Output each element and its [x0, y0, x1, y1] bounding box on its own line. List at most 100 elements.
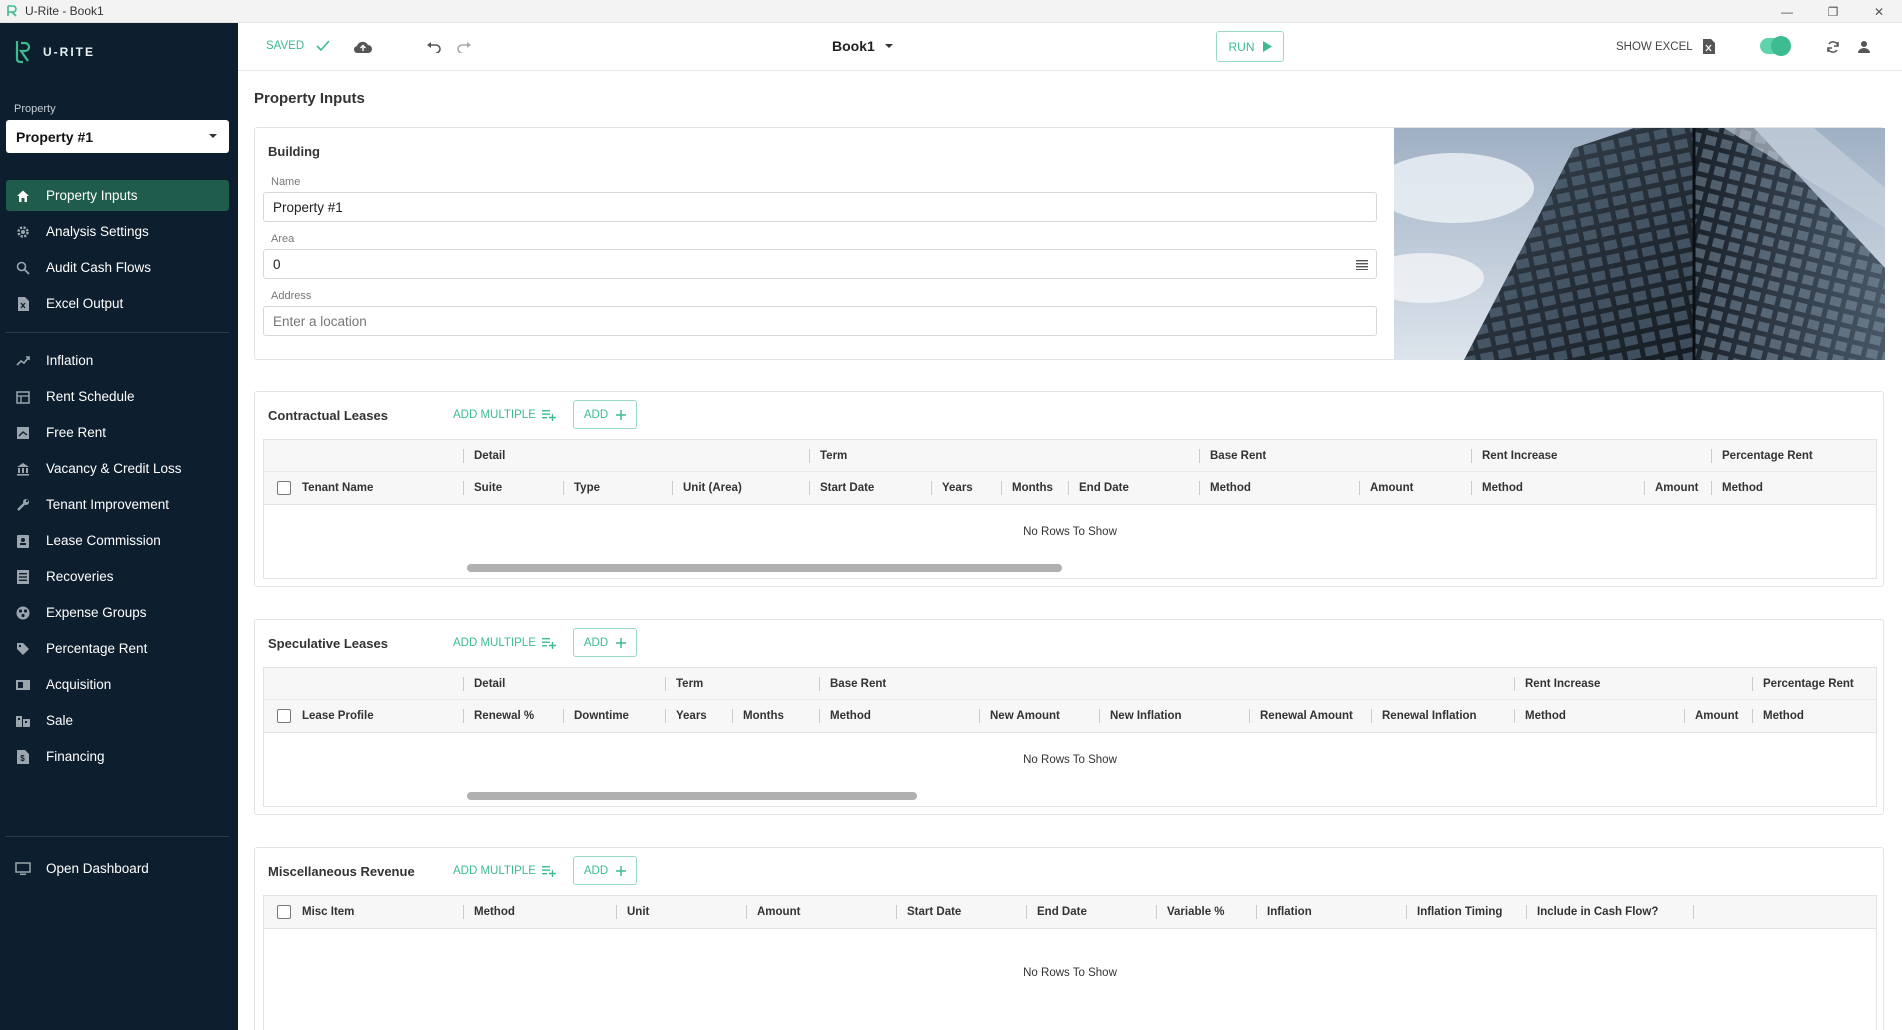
saved-label: SAVED	[266, 40, 305, 52]
list-menu-icon[interactable]	[1356, 260, 1368, 270]
user-icon[interactable]	[1854, 37, 1874, 57]
column-header[interactable]: Start Date	[907, 896, 961, 928]
column-header[interactable]: Inflation	[1267, 896, 1312, 928]
close-button[interactable]: ✕	[1856, 0, 1902, 23]
column-header[interactable]: Months	[1012, 472, 1053, 504]
sidebar-item-label: Free Rent	[46, 425, 107, 440]
sidebar-item-audit-cash-flows[interactable]: Audit Cash Flows	[6, 252, 229, 283]
minimize-button[interactable]: —	[1764, 0, 1810, 23]
column-header[interactable]: Years	[676, 700, 707, 732]
column-header[interactable]: Method	[474, 896, 515, 928]
open-dashboard-button[interactable]: Open Dashboard	[6, 853, 229, 884]
window-titlebar: U-Rite - Book1 — ❐ ✕	[0, 0, 1902, 23]
column-header[interactable]: Downtime	[574, 700, 629, 732]
playlist-add-icon	[541, 637, 556, 649]
no-rows-message: No Rows To Show	[1023, 526, 1117, 538]
column-header[interactable]: Misc Item	[302, 896, 354, 928]
saved-status: SAVED	[266, 40, 330, 52]
address-field[interactable]: Enter a location	[263, 306, 1377, 336]
column-header[interactable]: Method	[1525, 700, 1566, 732]
column-header[interactable]: Start Date	[820, 472, 874, 504]
sidebar-item-acquisition[interactable]: Acquisition	[6, 669, 229, 700]
column-header[interactable]: Years	[942, 472, 973, 504]
column-header[interactable]: Renewal %	[474, 700, 534, 732]
horizontal-scrollbar[interactable]	[467, 564, 1062, 572]
cloud-upload-icon[interactable]	[353, 37, 373, 57]
column-header[interactable]: Amount	[1695, 700, 1738, 732]
sidebar-item-excel-output[interactable]: Excel Output	[6, 288, 229, 319]
column-header[interactable]: Amount	[1655, 472, 1698, 504]
workbook-selector[interactable]: Book1	[832, 38, 893, 54]
check-icon	[316, 40, 330, 52]
column-header[interactable]: Inflation Timing	[1417, 896, 1502, 928]
sidebar-item-vacancy-credit-loss[interactable]: Vacancy & Credit Loss	[6, 453, 229, 484]
restore-button[interactable]: ❐	[1810, 0, 1856, 23]
show-excel[interactable]: SHOW EXCEL	[1616, 39, 1715, 54]
column-header[interactable]: Method	[1722, 472, 1763, 504]
sidebar-item-lease-commission[interactable]: Lease Commission	[6, 525, 229, 556]
sidebar-item-inflation[interactable]: Inflation	[6, 345, 229, 376]
add-button[interactable]: ADD	[573, 400, 637, 429]
app-logo-icon	[7, 5, 17, 17]
select-all-checkbox[interactable]	[277, 905, 291, 919]
plus-icon	[616, 865, 627, 876]
sidebar-item-label: Vacancy & Credit Loss	[46, 461, 182, 476]
sidebar-item-percentage-rent[interactable]: Percentage Rent	[6, 633, 229, 664]
group-header: Term	[676, 677, 704, 690]
column-header[interactable]: Renewal Amount	[1260, 700, 1353, 732]
grid-header-row: Tenant Name Suite Type Unit (Area) Start…	[264, 472, 1876, 505]
column-header[interactable]: Months	[743, 700, 784, 732]
select-all-checkbox[interactable]	[277, 709, 291, 723]
group-icon	[15, 605, 31, 621]
address-label: Address	[271, 290, 312, 302]
column-header[interactable]: Amount	[1370, 472, 1413, 504]
column-header[interactable]: Unit	[627, 896, 649, 928]
column-header[interactable]: New Amount	[990, 700, 1060, 732]
group-header: Detail	[474, 677, 506, 690]
show-excel-toggle[interactable]	[1760, 36, 1791, 56]
property-select[interactable]: Property #1	[6, 120, 229, 153]
sidebar-item-analysis-settings[interactable]: Analysis Settings	[6, 216, 229, 247]
add-multiple-button[interactable]: ADD MULTIPLE	[453, 637, 556, 649]
sidebar-item-free-rent[interactable]: Free Rent	[6, 417, 229, 448]
column-header[interactable]: Include in Cash Flow?	[1537, 896, 1658, 928]
name-field[interactable]: Property #1	[263, 192, 1377, 222]
sidebar-item-property-inputs[interactable]: Property Inputs	[6, 180, 229, 211]
add-button[interactable]: ADD	[573, 628, 637, 657]
column-header[interactable]: Method	[1763, 700, 1804, 732]
column-header[interactable]: End Date	[1079, 472, 1129, 504]
column-header[interactable]: Type	[574, 472, 600, 504]
column-header[interactable]: Method	[1210, 472, 1251, 504]
sidebar-item-tenant-improvement[interactable]: Tenant Improvement	[6, 489, 229, 520]
undo-icon[interactable]	[424, 37, 444, 57]
u-rite-logo-icon	[15, 41, 31, 64]
sidebar-item-financing[interactable]: $ Financing	[6, 741, 229, 772]
column-header[interactable]: Renewal Inflation	[1382, 700, 1477, 732]
sidebar-item-recoveries[interactable]: Recoveries	[6, 561, 229, 592]
redo-icon[interactable]	[454, 37, 474, 57]
add-button[interactable]: ADD	[573, 856, 637, 885]
add-multiple-label: ADD MULTIPLE	[453, 865, 536, 877]
column-header[interactable]: Method	[1482, 472, 1523, 504]
area-field[interactable]: 0	[263, 249, 1377, 279]
column-header[interactable]: Suite	[474, 472, 502, 504]
sidebar-item-sale[interactable]: Sale	[6, 705, 229, 736]
column-header[interactable]: Variable %	[1167, 896, 1225, 928]
sidebar-item-expense-groups[interactable]: Expense Groups	[6, 597, 229, 628]
column-header[interactable]: Lease Profile	[302, 700, 374, 732]
column-header[interactable]: Tenant Name	[302, 472, 373, 504]
toggle-knob	[1771, 36, 1791, 56]
column-header[interactable]: Method	[830, 700, 871, 732]
sidebar-divider	[6, 836, 229, 837]
add-multiple-button[interactable]: ADD MULTIPLE	[453, 409, 556, 421]
column-header[interactable]: End Date	[1037, 896, 1087, 928]
select-all-checkbox[interactable]	[277, 481, 291, 495]
run-button[interactable]: RUN	[1216, 31, 1284, 62]
column-header[interactable]: Unit (Area)	[683, 472, 742, 504]
add-multiple-button[interactable]: ADD MULTIPLE	[453, 865, 556, 877]
column-header[interactable]: New Inflation	[1110, 700, 1182, 732]
refresh-icon[interactable]	[1823, 37, 1843, 57]
column-header[interactable]: Amount	[757, 896, 800, 928]
horizontal-scrollbar[interactable]	[467, 792, 917, 800]
sidebar-item-rent-schedule[interactable]: Rent Schedule	[6, 381, 229, 412]
